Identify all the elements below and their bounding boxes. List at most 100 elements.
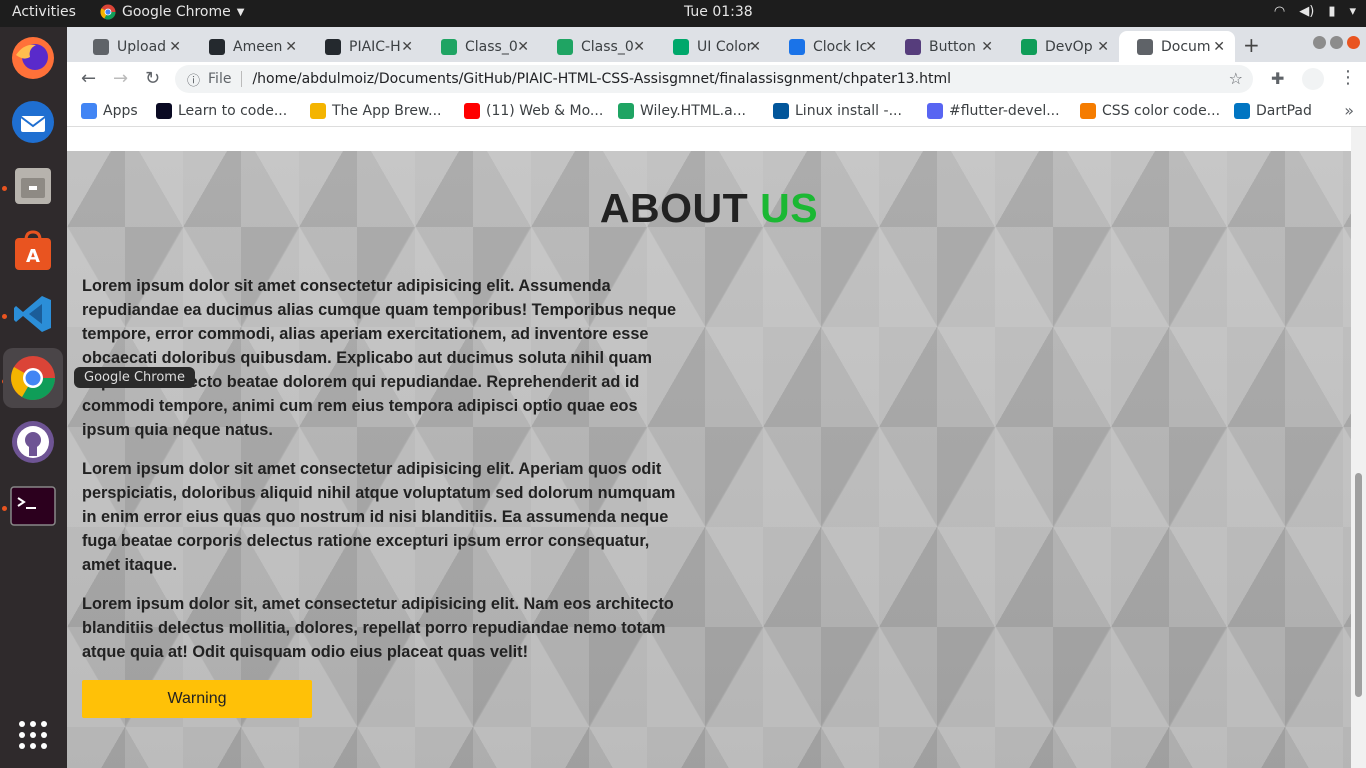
bookmark-label: The App Brew... [332, 103, 442, 119]
dock-tooltip: Google Chrome [74, 367, 195, 388]
files-icon [15, 168, 51, 204]
dock-chrome[interactable] [3, 348, 63, 408]
bookmark-label: #flutter-devel... [949, 103, 1060, 119]
bookmark-favicon-icon [310, 103, 326, 119]
tab-close-icon[interactable]: ✕ [1097, 39, 1109, 55]
kebab-menu-icon[interactable]: ⋮ [1339, 67, 1357, 88]
clock[interactable]: Tue 01:38 [684, 4, 753, 20]
bookmark-item[interactable]: Learn to code... [156, 103, 287, 119]
app-grid-icon [19, 721, 47, 749]
github-desktop-icon [12, 421, 54, 463]
window-controls [1313, 36, 1360, 49]
running-indicator [2, 186, 7, 191]
app-menu-label: Google Chrome [122, 4, 231, 20]
bookmarks-overflow-icon[interactable]: » [1344, 101, 1354, 120]
close-window-button[interactable] [1347, 36, 1360, 49]
drive-icon [557, 38, 573, 55]
site-info-icon[interactable]: ⓘ [187, 70, 200, 89]
app-menu[interactable]: Google Chrome ▼ [100, 4, 244, 20]
bootstrap-icon [905, 38, 921, 55]
bookmark-item[interactable]: Linux install -... [773, 103, 902, 119]
page-scrollbar[interactable] [1351, 127, 1366, 768]
dock-files[interactable] [8, 161, 58, 211]
tab[interactable]: Button ✕ [887, 31, 1003, 62]
bookmark-label: Linux install -... [795, 103, 902, 119]
leaf-icon [1021, 38, 1037, 55]
dock-firefox[interactable] [8, 33, 58, 83]
tab-close-icon[interactable]: ✕ [749, 39, 761, 55]
bookmark-item[interactable]: The App Brew... [310, 103, 441, 119]
tab[interactable]: Clock Ic ✕ [771, 31, 887, 62]
tab-close-icon[interactable]: ✕ [401, 39, 413, 55]
bookmark-label: Apps [103, 103, 138, 119]
browser-toolbar: ← → ↻ ⓘ File /home/abdulmoiz/Documents/G… [67, 62, 1366, 96]
activities-button[interactable]: Activities [12, 4, 76, 20]
forward-button[interactable]: → [113, 68, 128, 89]
tab-close-icon[interactable]: ✕ [865, 39, 877, 55]
bookmark-favicon-icon [927, 103, 943, 119]
scheme-label: File [208, 71, 243, 87]
dock-terminal[interactable] [8, 481, 58, 531]
tab[interactable]: DevOp ✕ [1003, 31, 1119, 62]
bookmark-item[interactable]: #flutter-devel... [927, 103, 1060, 119]
warning-button[interactable]: Warning [82, 680, 312, 718]
tab[interactable]: PIAIC-H ✕ [307, 31, 423, 62]
dock-vscode[interactable] [8, 289, 58, 339]
tab-close-icon[interactable]: ✕ [169, 39, 181, 55]
system-tray[interactable]: ◠ ◀) ▮ ▾ [1274, 4, 1356, 19]
bookmark-label: CSS color code... [1102, 103, 1221, 119]
tab-close-icon[interactable]: ✕ [633, 39, 645, 55]
github-icon [209, 38, 225, 55]
extensions-puzzle-icon[interactable]: ✚ [1271, 69, 1284, 88]
bookmark-item[interactable]: DartPad [1234, 103, 1312, 119]
dock-software[interactable]: A [8, 225, 58, 275]
bookmark-item[interactable]: (11) Web & Mo... [464, 103, 603, 119]
dock: A [0, 27, 67, 768]
tab[interactable]: Class_0 ✕ [423, 31, 539, 62]
scrollbar-thumb[interactable] [1355, 473, 1362, 697]
chrome-window: Upload ✕ Ameen ✕ PIAIC-H ✕ Class_0 ✕ Class_0 ✕ UI … [67, 27, 1366, 768]
bookmark-item[interactable]: CSS color code... [1080, 103, 1220, 119]
chevron-down-icon: ▾ [1349, 4, 1356, 19]
heading-main: ABOUT [599, 185, 749, 231]
tab-close-icon[interactable]: ✕ [285, 39, 297, 55]
battery-icon: ▮ [1328, 4, 1336, 19]
maximize-button[interactable] [1330, 36, 1343, 49]
tab[interactable]: Docum ✕ [1119, 31, 1235, 62]
back-button[interactable]: ← [81, 68, 96, 89]
bookmark-item[interactable]: Wiley.HTML.a... [618, 103, 746, 119]
upload-icon [93, 38, 109, 55]
reload-button[interactable]: ↻ [145, 68, 160, 89]
apps-shortcut[interactable]: Apps [81, 103, 138, 119]
bookmark-favicon-icon [773, 103, 789, 119]
address-bar[interactable]: ⓘ File /home/abdulmoiz/Documents/GitHub/… [175, 65, 1253, 93]
bookmark-label: Learn to code... [178, 103, 288, 119]
chrome-icon [11, 356, 55, 400]
tab-close-icon[interactable]: ✕ [981, 39, 993, 55]
url-text[interactable]: /home/abdulmoiz/Documents/GitHub/PIAIC-H… [252, 71, 951, 87]
github-icon [325, 38, 341, 55]
bookmark-favicon-icon [156, 103, 172, 119]
tab-close-icon[interactable]: ✕ [517, 39, 529, 55]
tab[interactable]: UI Color ✕ [655, 31, 771, 62]
bookmark-favicon-icon [464, 103, 480, 119]
show-applications-button[interactable] [8, 710, 58, 760]
chrome-icon [100, 4, 116, 20]
bookmark-favicon-icon [1234, 103, 1250, 119]
firefox-icon [12, 37, 54, 79]
dock-thunderbird[interactable] [8, 97, 58, 147]
minimize-button[interactable] [1313, 36, 1326, 49]
new-tab-button[interactable]: + [1243, 33, 1260, 57]
profile-avatar[interactable] [1302, 68, 1324, 90]
tab[interactable]: Upload ✕ [75, 31, 191, 62]
svg-text:A: A [26, 246, 40, 267]
drive-icon [441, 38, 457, 55]
tab[interactable]: Ameen ✕ [191, 31, 307, 62]
vscode-icon [14, 296, 51, 332]
previous-section-edge [67, 127, 1351, 151]
bookmark-star-icon[interactable]: ☆ [1229, 69, 1243, 88]
dock-github-desktop[interactable] [8, 417, 58, 467]
tab[interactable]: Class_0 ✕ [539, 31, 655, 62]
tab-close-icon[interactable]: ✕ [1213, 39, 1225, 55]
about-paragraph-1: Lorem ipsum dolor sit amet consectetur a… [82, 277, 677, 439]
